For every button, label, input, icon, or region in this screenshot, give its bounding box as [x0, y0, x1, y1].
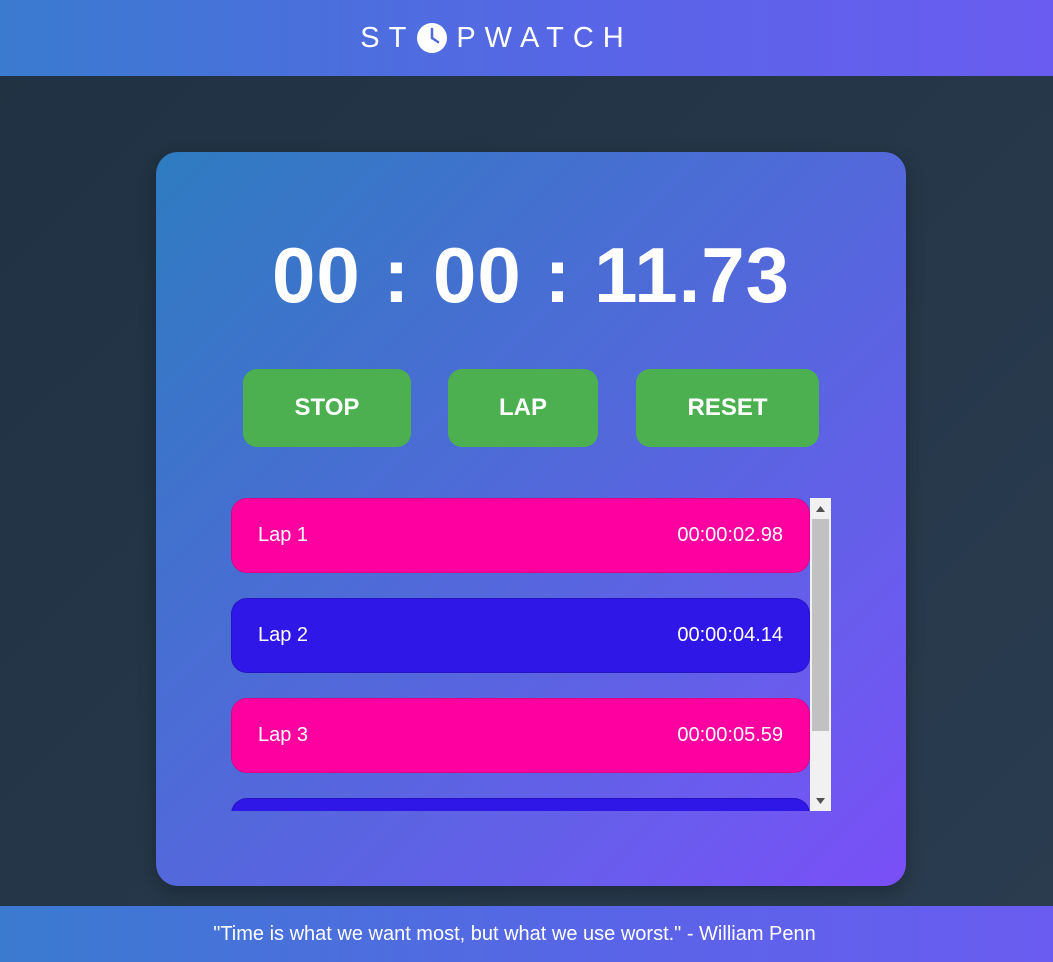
list-item: Lap 3 00:00:05.59: [231, 698, 810, 773]
stop-button[interactable]: STOP: [243, 369, 411, 447]
scroll-up-icon[interactable]: [810, 500, 831, 517]
lap-button[interactable]: LAP: [448, 369, 598, 447]
laps-list[interactable]: Lap 1 00:00:02.98 Lap 2 00:00:04.14 Lap …: [231, 498, 831, 811]
quote-footer: "Time is what we want most, but what we …: [0, 906, 1053, 962]
list-item: Lap 1 00:00:02.98: [231, 498, 810, 573]
scroll-thumb[interactable]: [812, 519, 829, 731]
timer-display: 00 : 00 : 11.73: [271, 231, 791, 319]
laps-scrollbar[interactable]: [810, 498, 831, 811]
clock-icon: [417, 23, 448, 53]
scroll-down-icon[interactable]: [810, 792, 831, 809]
reset-button[interactable]: RESET: [636, 369, 819, 447]
list-item: Lap 2 00:00:04.14: [231, 598, 810, 673]
lap-label: Lap 1: [258, 524, 309, 546]
lap-label: Lap 3: [258, 724, 309, 746]
quote-text: "Time is what we want most, but what we …: [213, 922, 816, 945]
lap-time: 00:00:04.14: [677, 624, 783, 646]
lap-time: 00:00:02.98: [677, 524, 783, 546]
lap-label: Lap 2: [258, 624, 309, 646]
stopwatch-card: 00 : 00 : 11.73 STOP LAP RESET Lap 1 00:…: [156, 152, 906, 886]
list-item: [231, 798, 810, 811]
lap-time: 00:00:05.59: [677, 724, 783, 746]
app-header: ST PWATCH: [0, 0, 1053, 76]
title-text-end: PWATCH: [456, 21, 633, 54]
title-text-start: ST: [360, 21, 416, 54]
app-title: ST PWATCH: [360, 22, 633, 55]
